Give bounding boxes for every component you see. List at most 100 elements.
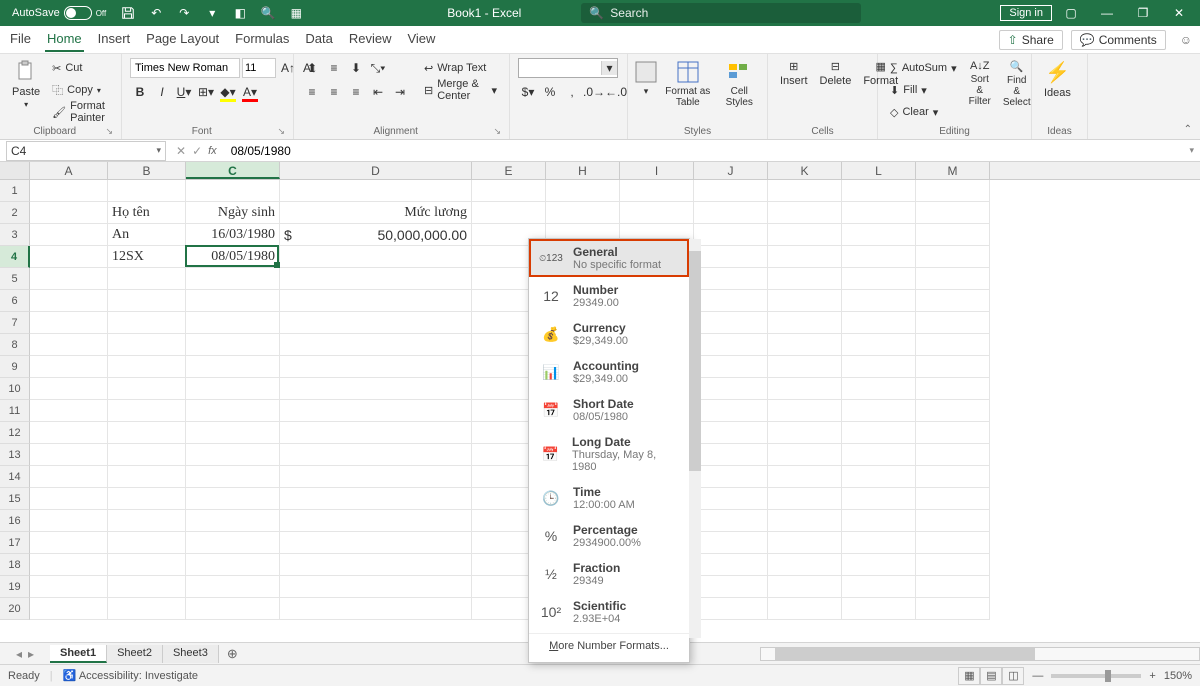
cell-C17[interactable] (186, 532, 280, 554)
cell-I1[interactable] (620, 180, 694, 202)
cell-B18[interactable] (108, 554, 186, 576)
cell-K18[interactable] (768, 554, 842, 576)
clipboard-launcher[interactable]: ↘ (105, 126, 113, 137)
cell-J5[interactable] (694, 268, 768, 290)
cell-L6[interactable] (842, 290, 916, 312)
row-header-12[interactable]: 12 (0, 422, 30, 444)
number-format-long-date[interactable]: 📅 Long DateThursday, May 8, 1980 (529, 429, 689, 479)
minimize-icon[interactable]: — (1090, 0, 1124, 26)
number-format-number[interactable]: 12 Number29349.00 (529, 277, 689, 315)
cell-A2[interactable] (30, 202, 108, 224)
normal-view-icon[interactable]: ▦ (958, 667, 980, 685)
cell-K1[interactable] (768, 180, 842, 202)
cell-M11[interactable] (916, 400, 990, 422)
format-painter-button[interactable]: 🖌Format Painter (48, 102, 113, 122)
cell-J18[interactable] (694, 554, 768, 576)
sheet-nav-prev-icon[interactable]: ◂ (16, 647, 22, 661)
cell-L18[interactable] (842, 554, 916, 576)
cell-D13[interactable] (280, 444, 472, 466)
qat-icon-4[interactable]: ▦ (284, 1, 308, 25)
number-format-combo[interactable]: ▾ (518, 58, 618, 78)
cell-J14[interactable] (694, 466, 768, 488)
font-size-select[interactable] (242, 58, 276, 78)
cell-K13[interactable] (768, 444, 842, 466)
cell-D19[interactable] (280, 576, 472, 598)
number-format-scientific[interactable]: 10² Scientific2.93E+04 (529, 593, 689, 631)
cell-J15[interactable] (694, 488, 768, 510)
merge-center-button[interactable]: ⊟Merge & Center▾ (420, 80, 501, 100)
cell-C8[interactable] (186, 334, 280, 356)
cell-K9[interactable] (768, 356, 842, 378)
cell-L8[interactable] (842, 334, 916, 356)
cell-M17[interactable] (916, 532, 990, 554)
cell-J4[interactable] (694, 246, 768, 268)
face-icon[interactable]: ☺ (1180, 33, 1192, 47)
cell-M14[interactable] (916, 466, 990, 488)
share-button[interactable]: ⇧Share (999, 30, 1063, 50)
cell-D17[interactable] (280, 532, 472, 554)
cell-D16[interactable] (280, 510, 472, 532)
cell-M13[interactable] (916, 444, 990, 466)
font-launcher[interactable]: ↘ (277, 126, 285, 137)
cell-D11[interactable] (280, 400, 472, 422)
cell-J13[interactable] (694, 444, 768, 466)
cell-M20[interactable] (916, 598, 990, 620)
cell-J3[interactable] (694, 224, 768, 246)
number-format-time[interactable]: 🕒 Time12:00:00 AM (529, 479, 689, 517)
cell-C9[interactable] (186, 356, 280, 378)
select-all-corner[interactable] (0, 162, 30, 179)
ribbon-display-icon[interactable]: ▢ (1054, 0, 1088, 26)
cell-A11[interactable] (30, 400, 108, 422)
percent-icon[interactable]: % (540, 82, 560, 102)
cell-A4[interactable] (30, 246, 108, 268)
formula-input[interactable] (223, 141, 1184, 161)
decrease-decimal-icon[interactable]: ←.0 (606, 82, 626, 102)
cut-button[interactable]: ✂Cut (48, 58, 113, 78)
cell-L7[interactable] (842, 312, 916, 334)
cell-A1[interactable] (30, 180, 108, 202)
row-header-11[interactable]: 11 (0, 400, 30, 422)
cell-K20[interactable] (768, 598, 842, 620)
cell-K8[interactable] (768, 334, 842, 356)
cell-L10[interactable] (842, 378, 916, 400)
cell-C4[interactable]: 08/05/1980 (186, 246, 280, 268)
increase-decimal-icon[interactable]: .0→ (584, 82, 604, 102)
cell-L3[interactable] (842, 224, 916, 246)
fill-color-button[interactable]: ◆▾ (218, 82, 238, 102)
cell-D2[interactable]: Mức lương (280, 202, 472, 224)
copy-button[interactable]: ⿻Copy▾ (48, 80, 113, 100)
cell-A13[interactable] (30, 444, 108, 466)
popup-scrollbar[interactable] (689, 239, 701, 638)
format-as-table-button[interactable]: Format as Table (660, 58, 716, 110)
tab-file[interactable]: File (8, 27, 33, 52)
cell-B6[interactable] (108, 290, 186, 312)
cell-B1[interactable] (108, 180, 186, 202)
comments-button[interactable]: 💬Comments (1071, 30, 1166, 50)
tab-data[interactable]: Data (303, 27, 334, 52)
zoom-level[interactable]: 150% (1164, 670, 1192, 682)
align-middle-icon[interactable]: ≡ (324, 58, 344, 78)
cell-K16[interactable] (768, 510, 842, 532)
cell-D1[interactable] (280, 180, 472, 202)
cell-M2[interactable] (916, 202, 990, 224)
cell-J9[interactable] (694, 356, 768, 378)
cell-M6[interactable] (916, 290, 990, 312)
cell-C15[interactable] (186, 488, 280, 510)
cell-B11[interactable] (108, 400, 186, 422)
qat-icon[interactable]: ▾ (200, 1, 224, 25)
cell-A12[interactable] (30, 422, 108, 444)
bold-button[interactable]: B (130, 82, 150, 102)
cell-M18[interactable] (916, 554, 990, 576)
tab-view[interactable]: View (405, 27, 437, 52)
tab-review[interactable]: Review (347, 27, 394, 52)
zoom-slider[interactable] (1051, 674, 1141, 678)
expand-formula-bar-icon[interactable]: ▾ (1183, 145, 1200, 156)
cell-D4[interactable] (280, 246, 472, 268)
align-top-icon[interactable]: ⬆ (302, 58, 322, 78)
align-center-icon[interactable]: ≡ (324, 82, 344, 102)
cell-B10[interactable] (108, 378, 186, 400)
cell-M19[interactable] (916, 576, 990, 598)
cell-M1[interactable] (916, 180, 990, 202)
cell-D15[interactable] (280, 488, 472, 510)
row-header-1[interactable]: 1 (0, 180, 30, 202)
